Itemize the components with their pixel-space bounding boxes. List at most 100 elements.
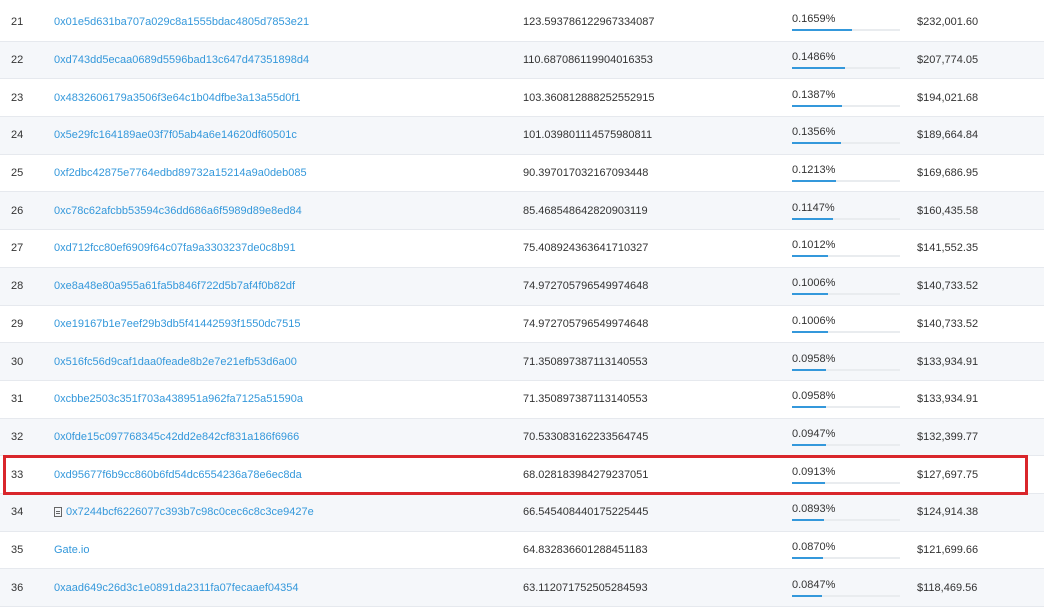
holder-address-link[interactable]: 0xe19167b1e7eef29b3db5f41442593f1550dc75… — [54, 318, 301, 330]
percentage-bar-track — [792, 556, 900, 559]
percentage-cell: 0.1006% — [792, 268, 902, 305]
rank-cell: 34 — [11, 506, 24, 519]
table-row: 25 0xf2dbc42875e7764edbd89732a15214a9a0de… — [0, 155, 1044, 193]
quantity-cell: 63.112071752505284593 — [523, 581, 648, 594]
value-cell: $132,399.77 — [917, 430, 979, 443]
value-cell: $141,552.35 — [917, 242, 979, 255]
quantity-cell: 74.972705796549974648 — [523, 280, 649, 293]
value-cell: $121,699.66 — [917, 543, 979, 556]
holder-address-link[interactable]: 0x0fde15c097768345c42dd2e842cf831a186f69… — [54, 431, 299, 443]
holder-address-link[interactable]: 0xaad649c26d3c1e0891da2311fa07fecaaef043… — [54, 582, 298, 594]
percentage-bar-fill — [792, 217, 834, 220]
address-cell: 0x01e5d631ba707a029c8a1555bdac4805d7853e… — [54, 4, 494, 41]
percentage-bar-fill — [792, 443, 827, 446]
percentage-text: 0.1147% — [792, 201, 835, 214]
quantity-cell: 103.360812888252552915 — [523, 91, 655, 104]
holder-address-link[interactable]: 0xd743dd5ecaa0689d5596bad13c647d47351898… — [54, 54, 309, 66]
address-cell: 0xd712fcc80ef6909f64c07fa9a3303237de0c8b… — [54, 230, 494, 267]
address-cell: 0xe19167b1e7eef29b3db5f41442593f1550dc75… — [54, 306, 494, 343]
percentage-bar-track — [792, 142, 900, 145]
percentage-text: 0.0958% — [792, 390, 836, 403]
address-cell: 0x4832606179a3506f3e64c1b04dfbe3a13a55d0… — [54, 79, 494, 116]
percentage-text: 0.1012% — [792, 239, 836, 252]
quantity-cell: 71.350897387113140553 — [523, 393, 648, 406]
percentage-bar-fill — [792, 594, 823, 597]
rank-cell: 32 — [11, 430, 24, 443]
holder-address-link[interactable]: 0xd95677f6b9cc860b6fd54dc6554236a78e6ec8… — [54, 469, 302, 481]
percentage-bar-fill — [792, 293, 829, 296]
percentage-bar-track — [792, 67, 900, 70]
holder-address-link[interactable]: Gate.io — [54, 544, 89, 556]
rank-cell: 27 — [11, 242, 24, 255]
percentage-text: 0.1387% — [792, 88, 836, 101]
percentage-bar-track — [792, 443, 900, 446]
percentage-text: 0.1006% — [792, 314, 836, 327]
address-cell: 0x0fde15c097768345c42dd2e842cf831a186f69… — [54, 419, 494, 456]
percentage-cell: 0.0947% — [792, 419, 902, 456]
holder-address-link[interactable]: 0x5e29fc164189ae03f7f05ab4a6e14620df6050… — [54, 129, 297, 141]
percentage-bar-fill — [792, 29, 852, 32]
percentage-cell: 0.0870% — [792, 532, 902, 569]
table-row: 29 0xe19167b1e7eef29b3db5f41442593f1550dc… — [0, 306, 1044, 344]
percentage-cell: 0.1659% — [792, 4, 902, 41]
table-row: 21 0x01e5d631ba707a029c8a1555bdac4805d785… — [0, 4, 1044, 42]
holder-address-link[interactable]: 0xc78c62afcbb53594c36dd686a6f5989d89e8ed… — [54, 205, 302, 217]
token-holders-table: 21 0x01e5d631ba707a029c8a1555bdac4805d785… — [0, 0, 1052, 616]
address-cell: 0xc78c62afcbb53594c36dd686a6f5989d89e8ed… — [54, 192, 494, 229]
percentage-bar-fill — [792, 519, 825, 522]
percentage-bar-fill — [792, 481, 825, 484]
percentage-bar-fill — [792, 368, 827, 371]
percentage-bar-track — [792, 330, 900, 333]
percentage-bar-track — [792, 481, 900, 484]
holder-address-link[interactable]: 0x01e5d631ba707a029c8a1555bdac4805d7853e… — [54, 16, 309, 28]
percentage-text: 0.0847% — [792, 578, 836, 591]
holder-address-link[interactable]: 0xcbbe2503c351f703a438951a962fa7125a5159… — [54, 393, 303, 405]
table-row: 28 0xe8a48e80a955a61fa5b846f722d5b7af4f0b… — [0, 267, 1044, 306]
address-cell: 0x5e29fc164189ae03f7f05ab4a6e14620df6050… — [54, 117, 494, 154]
table-row: 27 0xd712fcc80ef6909f64c07fa9a3303237de0c… — [0, 230, 1044, 268]
address-cell: 0xcbbe2503c351f703a438951a962fa7125a5159… — [54, 381, 494, 418]
percentage-text: 0.0893% — [792, 503, 836, 516]
holder-address-link[interactable]: 0x7244bcf6226077c393b7c98c0cec6c8c3ce942… — [66, 506, 314, 518]
holder-address-link[interactable]: 0xd712fcc80ef6909f64c07fa9a3303237de0c8b… — [54, 242, 296, 254]
quantity-cell: 110.687086119904016353 — [523, 54, 653, 67]
percentage-bar-track — [792, 519, 900, 522]
percentage-bar-fill — [792, 255, 829, 258]
percentage-cell: 0.1387% — [792, 79, 902, 116]
value-cell: $140,733.52 — [917, 280, 979, 293]
value-cell: $160,435.58 — [917, 204, 979, 217]
percentage-cell: 0.1213% — [792, 155, 902, 192]
value-cell: $118,469.56 — [917, 581, 978, 594]
rank-cell: 33 — [11, 468, 24, 481]
table-row: 35 Gate.io 64.832836601288451183 0.0870% $12… — [0, 532, 1044, 570]
table-row: 32 0x0fde15c097768345c42dd2e842cf831a186f… — [0, 418, 1044, 457]
holder-address-link[interactable]: 0x4832606179a3506f3e64c1b04dfbe3a13a55d0… — [54, 92, 301, 104]
address-cell: 0xd95677f6b9cc860b6fd54dc6554236a78e6ec8… — [54, 456, 494, 493]
percentage-cell: 0.0958% — [792, 381, 902, 418]
table-row: 24 0x5e29fc164189ae03f7f05ab4a6e14620df60… — [0, 117, 1044, 155]
holder-address-link[interactable]: 0x516fc56d9caf1daa0feade8b2e7e21efb53d6a… — [54, 356, 297, 368]
address-cell: Gate.io — [54, 532, 494, 569]
rank-cell: 35 — [11, 543, 24, 556]
value-cell: $169,686.95 — [917, 167, 979, 180]
quantity-cell: 101.039801114575980811 — [523, 129, 653, 142]
percentage-cell: 0.0847% — [792, 569, 902, 606]
percentage-bar-fill — [792, 556, 824, 559]
holder-address-link[interactable]: 0xf2dbc42875e7764edbd89732a15214a9a0deb0… — [54, 167, 307, 179]
value-cell: $124,914.38 — [917, 506, 979, 519]
percentage-bar-track — [792, 368, 900, 371]
quantity-cell: 64.832836601288451183 — [523, 543, 648, 556]
percentage-bar-track — [792, 29, 900, 32]
quantity-cell: 85.468548642820903119 — [523, 204, 648, 217]
holder-address-link[interactable]: 0xe8a48e80a955a61fa5b846f722d5b7af4f0b82… — [54, 280, 295, 292]
quantity-cell: 75.408924363641710327 — [523, 242, 649, 255]
table-row: 30 0x516fc56d9caf1daa0feade8b2e7e21efb53d… — [0, 343, 1044, 381]
rank-cell: 28 — [11, 280, 24, 293]
address-cell: 0xe8a48e80a955a61fa5b846f722d5b7af4f0b82… — [54, 268, 494, 305]
value-cell: $133,934.91 — [917, 393, 979, 406]
value-cell: $207,774.05 — [917, 54, 979, 67]
percentage-cell: 0.1486% — [792, 42, 902, 79]
rank-cell: 21 — [11, 16, 24, 29]
percentage-bar-track — [792, 217, 900, 220]
rank-cell: 23 — [11, 91, 24, 104]
